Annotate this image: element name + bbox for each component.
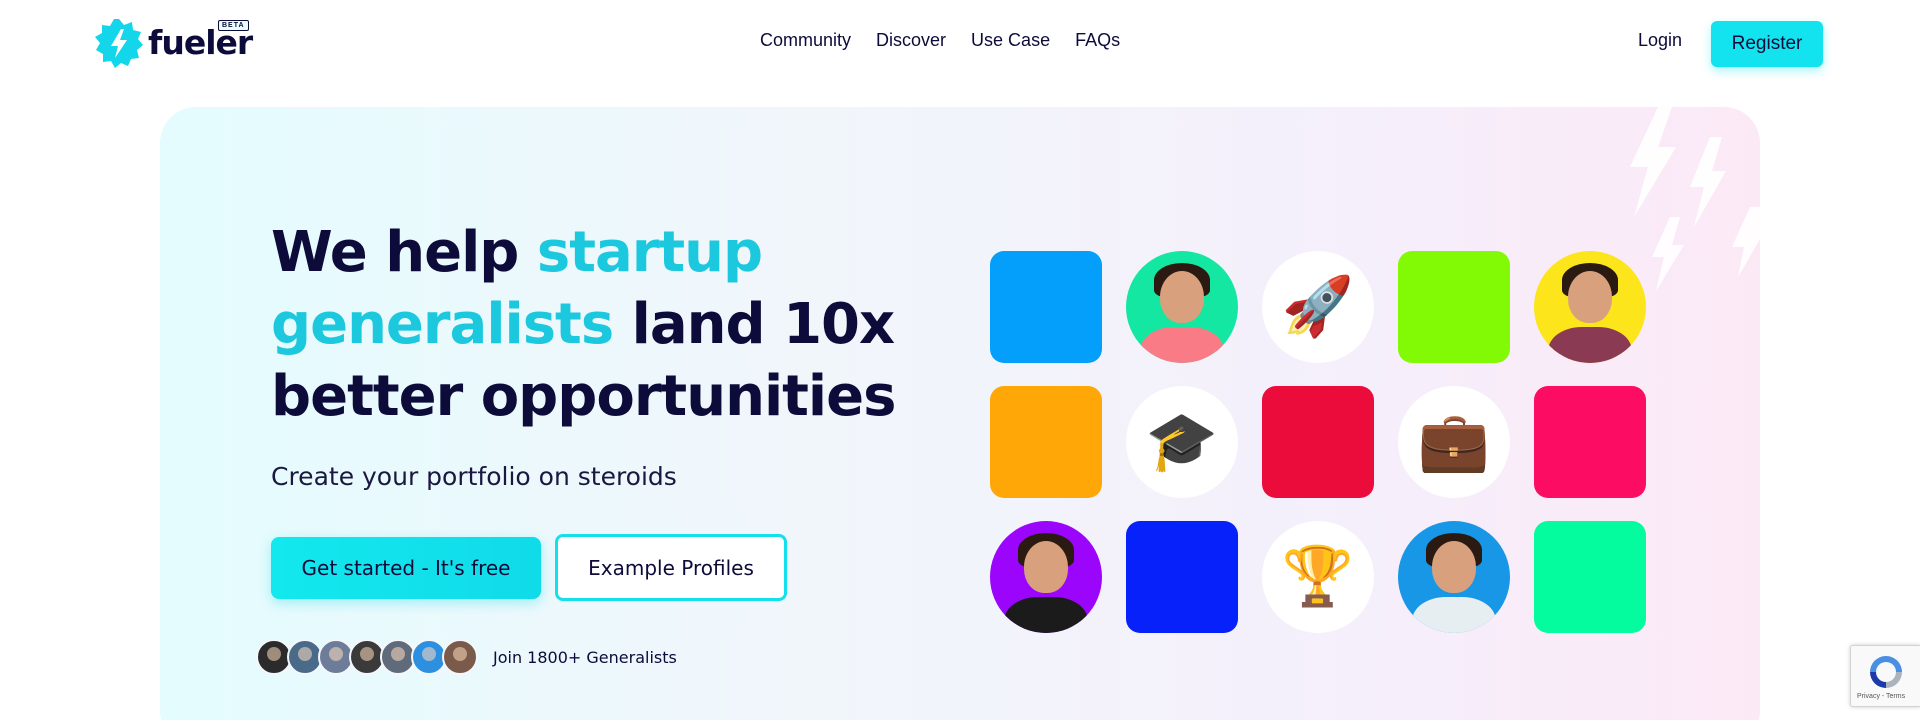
- portrait-face: [1024, 541, 1068, 593]
- member-avatar: [442, 639, 478, 675]
- top-navbar: fueler BETA Community Discover Use Case …: [0, 0, 1920, 88]
- nav-link-discover[interactable]: Discover: [876, 30, 946, 51]
- join-count-text: Join 1800+ Generalists: [493, 648, 677, 667]
- profile-photo-tile: [990, 521, 1102, 633]
- member-avatar-stack: [256, 639, 478, 675]
- portrait-body: [1548, 327, 1632, 363]
- profile-tile-grid: 🚀 🎓 💼 🏆: [990, 251, 1650, 635]
- nav-link-faqs[interactable]: FAQs: [1075, 30, 1120, 51]
- nav-link-community[interactable]: Community: [760, 30, 851, 51]
- rocket-icon: 🚀: [1281, 274, 1355, 339]
- login-link[interactable]: Login: [1638, 30, 1682, 51]
- beta-badge: BETA: [218, 20, 249, 31]
- hero-section: We help startup generalists land 10x bet…: [160, 107, 1760, 720]
- portrait-face: [1432, 541, 1476, 593]
- nav-link-use-case[interactable]: Use Case: [971, 30, 1050, 51]
- graduation-cap-icon: 🎓: [1145, 409, 1219, 474]
- hero-headline: We help startup generalists land 10x bet…: [271, 217, 911, 433]
- recaptcha-badge[interactable]: Privacy - Terms: [1850, 645, 1920, 707]
- profile-photo-tile: [1398, 521, 1510, 633]
- get-started-button[interactable]: Get started - It's free: [271, 537, 541, 599]
- lightning-badge-icon: [95, 19, 143, 68]
- briefcase-icon: 💼: [1417, 409, 1491, 474]
- color-tile: [1126, 521, 1238, 633]
- main-menu: Community Discover Use Case FAQs: [760, 30, 1120, 51]
- emoji-tile: 💼: [1398, 386, 1510, 498]
- portrait-face: [1160, 271, 1204, 323]
- color-tile: [1534, 386, 1646, 498]
- example-profiles-button[interactable]: Example Profiles: [555, 534, 787, 601]
- color-tile: [1398, 251, 1510, 363]
- portrait-body: [1412, 597, 1496, 633]
- emoji-tile: 🎓: [1126, 386, 1238, 498]
- trophy-icon: 🏆: [1281, 544, 1355, 609]
- profile-photo-tile: [1534, 251, 1646, 363]
- color-tile: [990, 251, 1102, 363]
- portrait-face: [1568, 271, 1612, 323]
- register-button[interactable]: Register: [1711, 21, 1823, 67]
- headline-text-start: We help: [271, 220, 537, 285]
- fueler-logo[interactable]: fueler BETA: [94, 18, 253, 68]
- emoji-tile: 🚀: [1262, 251, 1374, 363]
- hero-subheading: Create your portfolio on steroids: [271, 462, 677, 491]
- recaptcha-privacy-terms[interactable]: Privacy - Terms: [1857, 693, 1905, 700]
- profile-photo-tile: [1126, 251, 1238, 363]
- color-tile: [1262, 386, 1374, 498]
- emoji-tile: 🏆: [1262, 521, 1374, 633]
- portrait-body: [1004, 597, 1088, 633]
- color-tile: [1534, 521, 1646, 633]
- color-tile: [990, 386, 1102, 498]
- recaptcha-icon: [1870, 656, 1902, 688]
- portrait-body: [1140, 327, 1224, 363]
